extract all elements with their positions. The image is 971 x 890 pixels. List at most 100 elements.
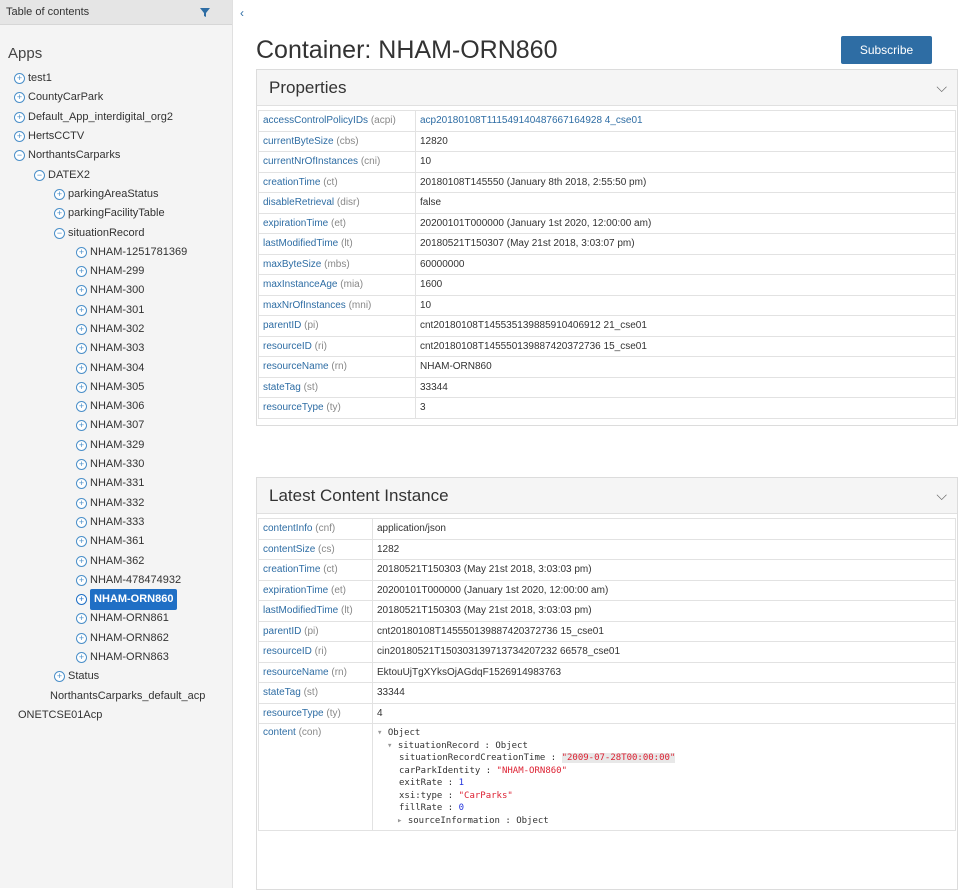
plus-circle-icon[interactable]: + (76, 497, 87, 509)
tree-item[interactable]: + Default_App_interdigital_org2 (0, 108, 232, 127)
plus-circle-icon[interactable]: + (76, 381, 87, 393)
plus-circle-icon[interactable]: + (76, 420, 87, 432)
properties-panel: Properties ⌵ accessControlPolicyIDs (acp… (256, 69, 958, 426)
plus-circle-icon[interactable]: + (54, 671, 65, 683)
plus-circle-icon[interactable]: + (76, 555, 87, 567)
property-key: stateTag (st) (258, 376, 416, 398)
tree-item[interactable]: − DATEX2 (0, 165, 232, 184)
table-row: maxByteSize (mbs) 60000000 (258, 253, 956, 275)
plus-circle-icon[interactable]: + (76, 362, 87, 374)
filter-icon[interactable] (198, 5, 212, 19)
tree-item[interactable]: + NHAM-329 (0, 436, 232, 455)
plus-circle-icon[interactable]: + (76, 632, 87, 644)
collapse-arrow-icon: ▸ (397, 815, 408, 826)
plus-circle-icon[interactable]: + (76, 324, 87, 335)
tree-item[interactable]: + NHAM-ORN863 (0, 648, 232, 667)
property-value: 20180108T145550 (January 8th 2018, 2:55:… (415, 171, 956, 193)
plus-circle-icon[interactable]: + (14, 111, 25, 123)
plus-circle-icon[interactable]: + (76, 246, 87, 258)
table-row: maxNrOfInstances (mni) 10 (258, 294, 956, 316)
properties-panel-header[interactable]: Properties ⌵ (257, 70, 957, 106)
tree-item[interactable]: + NHAM-362 (0, 551, 232, 570)
collapse-sidebar-icon[interactable]: ‹ (240, 6, 244, 20)
tree-item[interactable]: + NHAM-305 (0, 378, 232, 397)
tree-item[interactable]: + NHAM-304 (0, 358, 232, 377)
tree-item[interactable]: + parkingFacilityTable (0, 204, 232, 223)
tree-item[interactable]: + NHAM-302 (0, 320, 232, 339)
tree-item[interactable]: + NHAM-478474932 (0, 571, 232, 590)
property-value: EktouUjTgXYksOjAGdqF1526914983763 (372, 661, 956, 683)
subscribe-button[interactable]: Subscribe (841, 36, 932, 64)
table-row: creationTime (ct) 20180521T150303 (May 21… (258, 559, 956, 581)
minus-circle-icon[interactable]: − (54, 227, 65, 239)
json-line[interactable]: ▾ Object (377, 727, 951, 740)
plus-circle-icon[interactable]: + (76, 516, 87, 528)
property-key: accessControlPolicyIDs (acpi) (258, 110, 416, 132)
tree-item[interactable]: + NHAM-1251781369 (0, 243, 232, 262)
tree-item[interactable]: + parkingAreaStatus (0, 185, 232, 204)
json-line: situationRecordCreationTime : "2009-07-2… (399, 753, 676, 763)
plus-circle-icon[interactable]: + (76, 401, 87, 413)
plus-circle-icon[interactable]: + (76, 439, 87, 451)
tree-item[interactable]: + NHAM-ORN862 (0, 629, 232, 648)
tree-item[interactable]: + test1 (0, 69, 232, 88)
tree-item[interactable]: + NHAM-307 (0, 416, 232, 435)
plus-circle-icon[interactable]: + (54, 208, 65, 220)
plus-circle-icon[interactable]: + (76, 343, 87, 355)
tree-item[interactable]: + NHAM-361 (0, 532, 232, 551)
plus-circle-icon[interactable]: + (76, 478, 87, 490)
minus-circle-icon[interactable]: − (34, 169, 45, 181)
tree-item[interactable]: + NHAM-303 (0, 339, 232, 358)
property-value: 60000000 (415, 253, 956, 275)
property-key: resourceType (ty) (258, 397, 416, 419)
tree-item[interactable]: + NHAM-331 (0, 474, 232, 493)
property-value: 10 (415, 294, 956, 316)
tree-item[interactable]: + CountyCarPark (0, 88, 232, 107)
tree-item-label: NorthantsCarparks (28, 149, 121, 162)
tree-item[interactable]: + Status (0, 667, 232, 686)
plus-circle-icon[interactable]: + (14, 131, 25, 143)
property-key: resourceType (ty) (258, 702, 373, 724)
chevron-down-icon[interactable]: ⌵ (936, 79, 947, 96)
content-json-viewer[interactable]: ▾ Object ▾ situationRecord : Object situat… (372, 723, 956, 831)
chevron-down-icon[interactable]: ⌵ (936, 487, 947, 504)
plus-circle-icon[interactable]: + (76, 266, 87, 278)
tree-item[interactable]: − NorthantsCarparks (0, 146, 232, 165)
minus-circle-icon[interactable]: − (14, 150, 25, 162)
plus-circle-icon[interactable]: + (76, 613, 87, 625)
property-value-link[interactable]: acp20180108T111549140487667164928 4_cse0… (415, 110, 956, 132)
plus-circle-icon[interactable]: + (14, 92, 25, 104)
tree-item[interactable]: + NHAM-ORN861 (0, 609, 232, 628)
plus-circle-icon[interactable]: + (54, 188, 65, 200)
tree-item[interactable]: + NHAM-333 (0, 513, 232, 532)
plus-circle-icon[interactable]: + (14, 73, 25, 85)
json-line[interactable]: ▾ situationRecord : Object (377, 740, 951, 753)
property-value: 20180521T150303 (May 21st 2018, 3:03:03 … (372, 600, 956, 622)
plus-circle-icon[interactable]: + (76, 459, 87, 471)
plus-circle-icon[interactable]: + (76, 594, 87, 606)
tree-item[interactable]: + NHAM-330 (0, 455, 232, 474)
json-line[interactable]: ▸ sourceInformation : Object (377, 815, 951, 828)
tree-item[interactable]: + NHAM-299 (0, 262, 232, 281)
latest-content-panel-header[interactable]: Latest Content Instance ⌵ (257, 478, 957, 514)
tree-item-label: NHAM-306 (90, 400, 145, 413)
tree-item[interactable]: NorthantsCarparks_default_acp (0, 687, 232, 706)
table-row: currentNrOfInstances (cni) 10 (258, 151, 956, 173)
table-row: content (con) ▾ Object ▾ situationRecord … (258, 723, 956, 831)
tree-item[interactable]: + NHAM-301 (0, 301, 232, 320)
tree-item[interactable]: − situationRecord (0, 223, 232, 242)
tree-item[interactable]: ONETCSE01Acp (0, 706, 232, 725)
tree-item[interactable]: + NHAM-306 (0, 397, 232, 416)
plus-circle-icon[interactable]: + (76, 536, 87, 548)
tree-item[interactable]: + NHAM-332 (0, 494, 232, 513)
property-value: cnt20180108T145550139887420372736 15_cse… (372, 620, 956, 642)
tree-item[interactable]: + NHAM-300 (0, 281, 232, 300)
plus-circle-icon[interactable]: + (76, 304, 87, 316)
property-value: 20200101T000000 (January 1st 2020, 12:00… (415, 212, 956, 234)
plus-circle-icon[interactable]: + (76, 652, 87, 664)
tree-item[interactable]: + NHAM-ORN860 (0, 589, 232, 611)
tree-item[interactable]: + HertsCCTV (0, 127, 232, 146)
plus-circle-icon[interactable]: + (76, 574, 87, 586)
plus-circle-icon[interactable]: + (76, 285, 87, 297)
json-tree[interactable]: ▾ Object ▾ situationRecord : Object situat… (377, 727, 951, 827)
